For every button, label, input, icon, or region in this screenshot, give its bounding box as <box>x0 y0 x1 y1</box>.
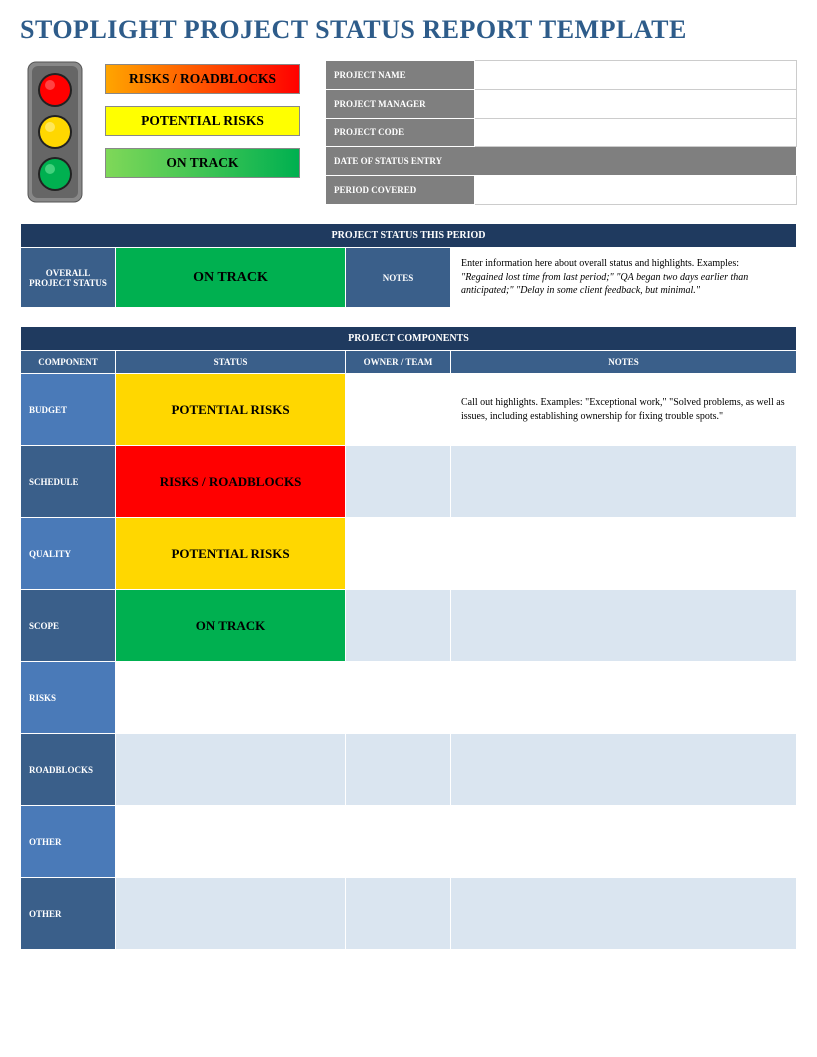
header-section: RISKS / ROADBLOCKS POTENTIAL RISKS ON TR… <box>20 60 797 205</box>
status-notes-label: NOTES <box>346 248 451 308</box>
components-header: PROJECT COMPONENTS <box>21 327 797 351</box>
project-manager-label: PROJECT MANAGER <box>326 89 475 118</box>
stoplight-legend: RISKS / ROADBLOCKS POTENTIAL RISKS ON TR… <box>20 60 300 205</box>
component-notes[interactable]: Call out highlights. Examples: "Exceptio… <box>451 374 797 446</box>
col-component: COMPONENT <box>21 351 116 374</box>
component-label: QUALITY <box>21 518 116 590</box>
legend-labels: RISKS / ROADBLOCKS POTENTIAL RISKS ON TR… <box>105 64 300 178</box>
component-label: ROADBLOCKS <box>21 734 116 806</box>
period-covered-value[interactable] <box>475 176 797 205</box>
col-notes: NOTES <box>451 351 797 374</box>
status-period-table: PROJECT STATUS THIS PERIOD OVERALL PROJE… <box>20 223 797 308</box>
legend-yellow: POTENTIAL RISKS <box>105 106 300 136</box>
legend-red: RISKS / ROADBLOCKS <box>105 64 300 94</box>
component-owner[interactable] <box>346 590 451 662</box>
component-owner[interactable] <box>346 374 451 446</box>
component-notes[interactable] <box>451 518 797 590</box>
notes-text: Enter information here about overall sta… <box>461 258 739 269</box>
component-label: RISKS <box>21 662 116 734</box>
project-code-value[interactable] <box>475 118 797 147</box>
component-owner[interactable] <box>346 734 451 806</box>
component-label: SCHEDULE <box>21 446 116 518</box>
component-notes[interactable] <box>451 590 797 662</box>
status-notes-value[interactable]: Enter information here about overall sta… <box>451 248 797 308</box>
component-label: OTHER <box>21 878 116 950</box>
component-label: BUDGET <box>21 374 116 446</box>
period-covered-label: PERIOD COVERED <box>326 176 475 205</box>
component-label: OTHER <box>21 806 116 878</box>
component-notes[interactable] <box>451 446 797 518</box>
component-status[interactable]: RISKS / ROADBLOCKS <box>116 446 346 518</box>
component-owner[interactable] <box>346 806 451 878</box>
component-status[interactable] <box>116 734 346 806</box>
component-owner[interactable] <box>346 662 451 734</box>
component-notes[interactable] <box>451 878 797 950</box>
overall-status-value: ON TRACK <box>116 248 346 308</box>
project-manager-value[interactable] <box>475 89 797 118</box>
component-status[interactable] <box>116 662 346 734</box>
date-status-entry-label: DATE OF STATUS ENTRY <box>326 147 797 176</box>
component-status[interactable] <box>116 806 346 878</box>
component-status[interactable]: POTENTIAL RISKS <box>116 518 346 590</box>
component-owner[interactable] <box>346 878 451 950</box>
component-status[interactable]: POTENTIAL RISKS <box>116 374 346 446</box>
project-code-label: PROJECT CODE <box>326 118 475 147</box>
component-notes[interactable] <box>451 662 797 734</box>
legend-green: ON TRACK <box>105 148 300 178</box>
project-info-table: PROJECT NAME PROJECT MANAGER PROJECT COD… <box>325 60 797 205</box>
component-notes[interactable] <box>451 734 797 806</box>
col-status: STATUS <box>116 351 346 374</box>
component-notes[interactable] <box>451 806 797 878</box>
col-owner: OWNER / TEAM <box>346 351 451 374</box>
stoplight-icon <box>20 60 90 205</box>
component-owner[interactable] <box>346 446 451 518</box>
component-status[interactable] <box>116 878 346 950</box>
notes-examples: "Regained lost time from last period;" "… <box>461 272 748 297</box>
component-label: SCOPE <box>21 590 116 662</box>
page-title: STOPLIGHT PROJECT STATUS REPORT TEMPLATE <box>20 15 797 45</box>
project-name-value[interactable] <box>475 61 797 90</box>
components-table: PROJECT COMPONENTS COMPONENT STATUS OWNE… <box>20 326 797 950</box>
status-period-header: PROJECT STATUS THIS PERIOD <box>21 224 797 248</box>
project-name-label: PROJECT NAME <box>326 61 475 90</box>
component-status[interactable]: ON TRACK <box>116 590 346 662</box>
overall-status-label: OVERALL PROJECT STATUS <box>21 248 116 308</box>
component-owner[interactable] <box>346 518 451 590</box>
